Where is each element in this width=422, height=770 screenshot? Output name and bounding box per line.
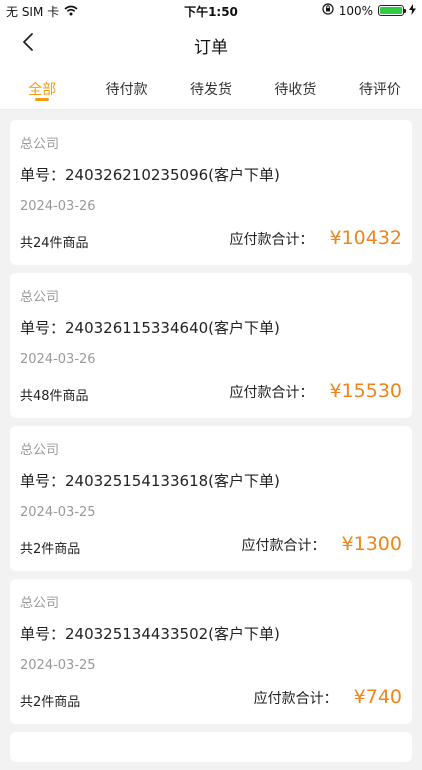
item-count: 共48件商品 bbox=[20, 389, 89, 404]
order-number: 单号：240325134433502(客户下单) bbox=[20, 625, 280, 643]
amount-row: 应付款合计： ¥740 bbox=[254, 686, 402, 708]
order-number: 单号：240326210235096(客户下单) bbox=[20, 166, 280, 184]
order-card-partial[interactable] bbox=[10, 732, 412, 762]
battery-level bbox=[380, 7, 402, 14]
order-card[interactable]: 总公司 单号：240325134433502(客户下单) 2024-03-25 … bbox=[10, 579, 412, 724]
order-date: 2024-03-26 bbox=[20, 199, 96, 214]
order-number: 单号：240326115334640(客户下单) bbox=[20, 319, 280, 337]
rotation-lock-icon bbox=[322, 3, 334, 18]
company-name: 总公司 bbox=[20, 290, 60, 305]
battery-percent: 100% bbox=[338, 3, 373, 18]
order-card[interactable]: 总公司 单号：240326115334640(客户下单) 2024-03-26 … bbox=[10, 273, 412, 418]
order-date: 2024-03-26 bbox=[20, 352, 96, 367]
order-number: 单号：240325154133618(客户下单) bbox=[20, 472, 280, 490]
amount-label: 应付款合计： bbox=[253, 691, 338, 707]
battery-icon bbox=[378, 5, 406, 16]
company-name: 总公司 bbox=[20, 137, 60, 152]
amount-row: 应付款合计： ¥15530 bbox=[229, 380, 402, 402]
charging-icon bbox=[409, 3, 416, 18]
tab-pending-review[interactable]: 待评价 bbox=[338, 66, 422, 109]
order-card[interactable]: 总公司 单号：240326210235096(客户下单) 2024-03-26 … bbox=[10, 120, 412, 265]
company-name: 总公司 bbox=[20, 443, 60, 458]
page-title: 订单 bbox=[194, 38, 228, 58]
order-list: 总公司 单号：240326210235096(客户下单) 2024-03-26 … bbox=[10, 120, 412, 770]
tab-pending-receipt[interactable]: 待收货 bbox=[253, 66, 337, 109]
order-card[interactable]: 总公司 单号：240325154133618(客户下单) 2024-03-25 … bbox=[10, 426, 412, 571]
amount-value: ¥15530 bbox=[329, 380, 402, 402]
amount-value: ¥10432 bbox=[329, 227, 402, 249]
amount-value: ¥1300 bbox=[341, 533, 402, 555]
item-count: 共2件商品 bbox=[20, 695, 81, 710]
item-count: 共24件商品 bbox=[20, 236, 89, 251]
nav-bar: 订单 bbox=[0, 22, 422, 66]
amount-label: 应付款合计： bbox=[229, 385, 314, 401]
amount-label: 应付款合计： bbox=[229, 232, 314, 248]
tab-all[interactable]: 全部 bbox=[0, 66, 84, 109]
amount-row: 应付款合计： ¥10432 bbox=[229, 227, 402, 249]
amount-label: 应付款合计： bbox=[241, 538, 326, 554]
amount-value: ¥740 bbox=[353, 686, 402, 708]
item-count: 共2件商品 bbox=[20, 542, 81, 557]
order-date: 2024-03-25 bbox=[20, 505, 96, 520]
tab-pending-shipment[interactable]: 待发货 bbox=[169, 66, 253, 109]
battery-cap bbox=[404, 9, 406, 13]
order-date: 2024-03-25 bbox=[20, 658, 96, 673]
amount-row: 应付款合计： ¥1300 bbox=[242, 533, 402, 555]
status-right: 100% bbox=[322, 3, 416, 18]
order-status-tabs: 全部 待付款 待发货 待收货 待评价 bbox=[0, 66, 422, 110]
tab-pending-payment[interactable]: 待付款 bbox=[84, 66, 168, 109]
status-bar: 无 SIM 卡 下午1:50 100% bbox=[0, 0, 422, 22]
company-name: 总公司 bbox=[20, 596, 60, 611]
